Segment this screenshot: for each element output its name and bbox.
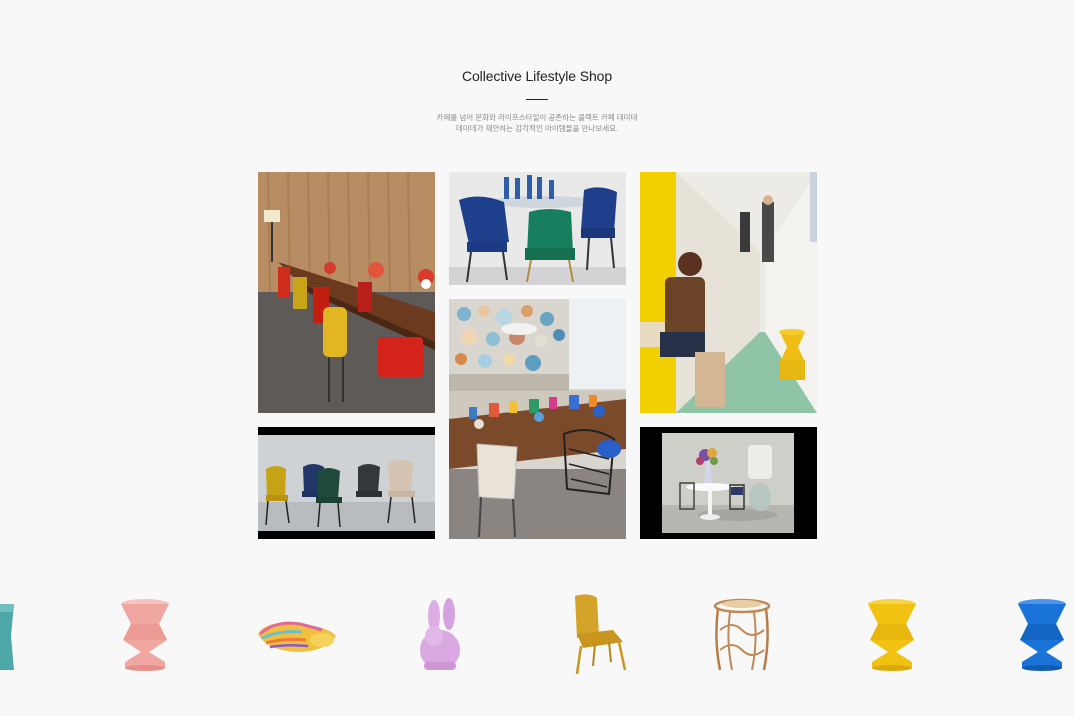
pink-zig-zag-stool-icon [121,599,169,671]
product-item-6[interactable] [712,590,772,680]
yellow-zig-zag-stool-icon [868,599,916,671]
photo-white-table-lamp[interactable] [640,427,817,539]
product-item-5[interactable] [569,590,627,680]
photo-row-of-chairs[interactable] [258,427,435,539]
office-hallway-image [640,172,817,413]
product-item-8[interactable] [1016,590,1068,680]
photo-ceramics-cafe[interactable] [449,299,626,539]
product-item-4[interactable] [418,590,464,680]
photo-dining-room[interactable] [258,172,435,413]
mustard-chair-icon [575,594,627,675]
section-description: 카페를 넘어 문화와 라이프스타일이 공존하는 콜렉트 카페 데미데 데미데가 … [422,112,652,134]
photo-velvet-chairs[interactable] [449,172,626,285]
dining-room-image [258,172,435,413]
product-item-2[interactable] [119,590,171,680]
ceramics-cafe-image [449,299,626,539]
title-divider [526,99,548,100]
product-item-1[interactable] [0,590,14,680]
teal-stool-icon [0,604,14,670]
product-item-7[interactable] [866,590,918,680]
velvet-chairs-image [449,172,626,285]
section-header: Collective Lifestyle Shop 카페를 넘어 문화와 라이프… [0,66,1074,134]
shell-tray-icon [258,621,336,652]
description-line-2: 데미데가 제안하는 감각적인 아이템들을 만나보세요. [455,124,619,133]
description-line-1: 카페를 넘어 문화와 라이프스타일이 공존하는 콜렉트 카페 데미데 [436,113,638,122]
product-item-3[interactable] [256,590,338,680]
photo-office-hallway[interactable] [640,172,817,413]
row-of-chairs-image [258,427,435,539]
white-table-lamp-image [640,427,817,539]
blue-zig-zag-stool-icon [1018,599,1066,671]
rattan-side-table-icon [713,598,771,671]
product-carousel[interactable] [0,590,1074,680]
section-title: Collective Lifestyle Shop [461,68,613,84]
lilac-rabbit-chair-icon [420,598,460,670]
